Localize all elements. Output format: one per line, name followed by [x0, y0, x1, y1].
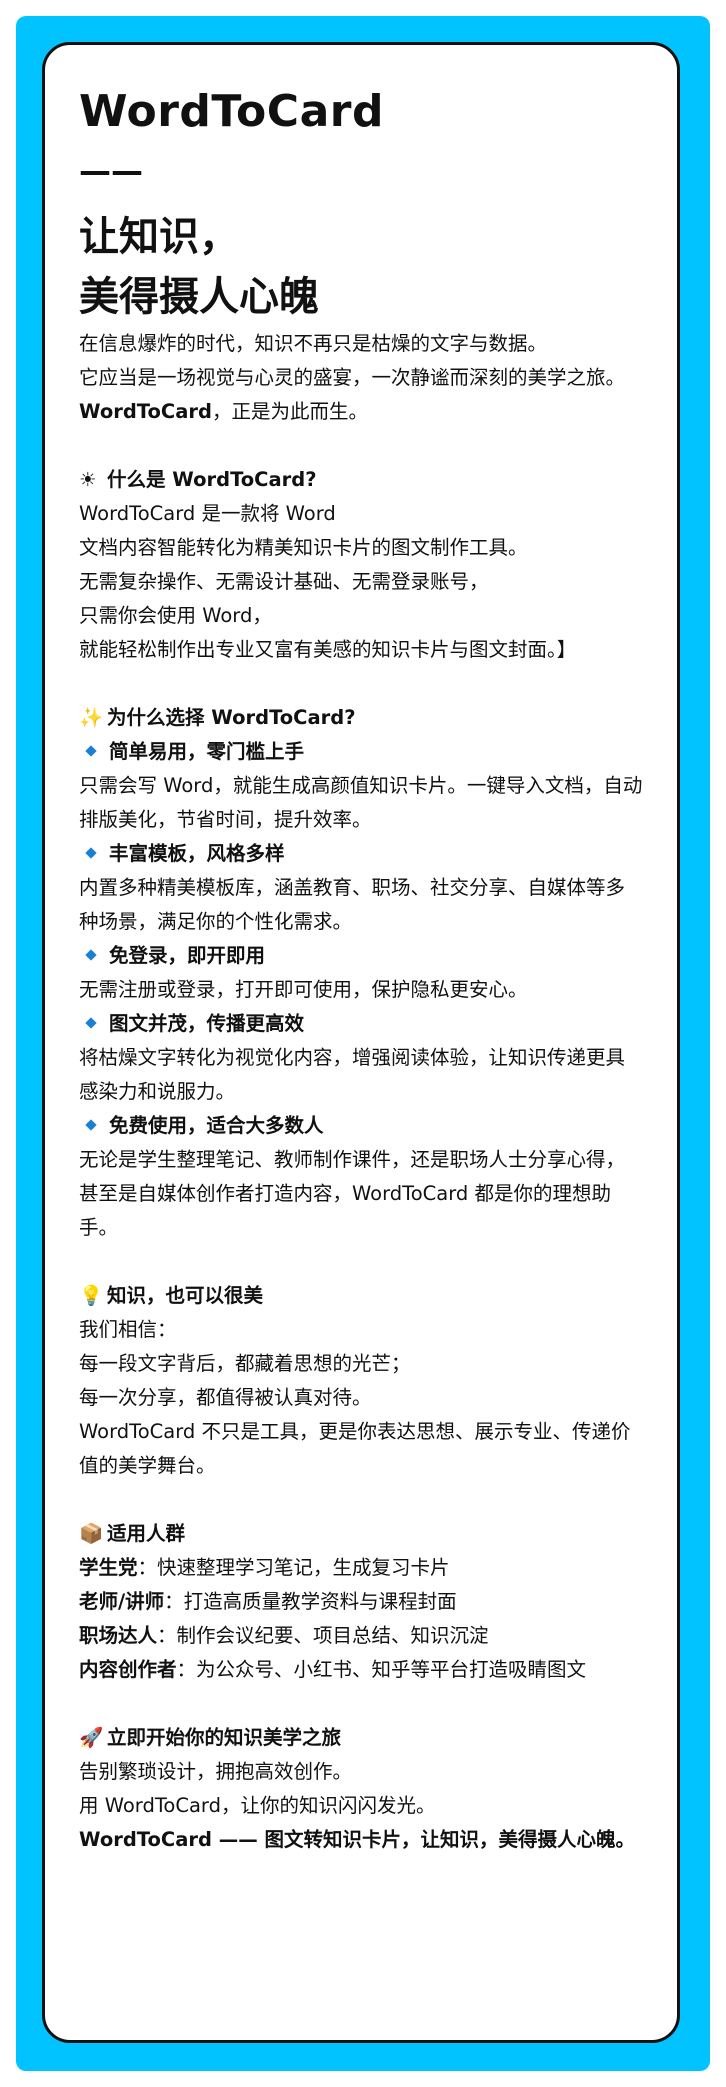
- blue-diamond-icon: [85, 949, 97, 961]
- intro-line-1: 在信息爆炸的时代，知识不再只是枯燥的文字与数据。: [79, 332, 548, 355]
- sparkles-icon: ✨: [79, 706, 104, 729]
- section-start-title: 🚀 立即开始你的知识美学之旅: [79, 1721, 643, 1755]
- sun-icon: ☀: [79, 468, 97, 491]
- feature-title: 图文并茂，传播更高效: [79, 1007, 643, 1041]
- intro-brand: WordToCard: [79, 400, 212, 423]
- audience-item: 学生党：快速整理学习笔记，生成复习卡片: [79, 1556, 450, 1579]
- title-divider: ——: [79, 152, 143, 190]
- beauty-line: 我们相信：: [79, 1318, 177, 1341]
- section-audience-title: 📦 适用人群: [79, 1517, 643, 1551]
- feature-title: 丰富模板，风格多样: [79, 837, 643, 871]
- headline: 让知识， 美得摄人心魄: [79, 207, 643, 327]
- feature-desc: 内置多种精美模板库，涵盖教育、职场、社交分享、自媒体等多种场景，满足你的个性化需…: [79, 876, 626, 933]
- brand-title: WordToCard: [79, 86, 384, 137]
- section-what-title: ☀ 什么是 WordToCard?: [79, 463, 643, 497]
- audience-item: 职场达人：制作会议纪要、项目总结、知识沉淀: [79, 1624, 489, 1647]
- audience-item: 老师/讲师：打造高质量教学资料与课程封面: [79, 1590, 457, 1613]
- blue-diamond-icon: [85, 745, 97, 757]
- blue-diamond-icon: [85, 1017, 97, 1029]
- start-line: 用 WordToCard，让你的知识闪闪发光。: [79, 1794, 436, 1817]
- intro-tagline: WordToCard，正是为此而生。: [79, 400, 368, 423]
- what-line: WordToCard 是一款将 Word: [79, 502, 336, 525]
- what-line: 无需复杂操作、无需设计基础、无需登录账号，: [79, 570, 489, 593]
- what-line: 文档内容智能转化为精美知识卡片的图文制作工具。: [79, 536, 528, 559]
- beauty-line: 每一次分享，都值得被认真对待。: [79, 1386, 372, 1409]
- package-icon: 📦: [79, 1522, 104, 1545]
- blue-frame: WordToCard —— 让知识， 美得摄人心魄 在信息爆炸的时代，知识不再只…: [16, 16, 710, 2071]
- what-line: 只需你会使用 Word，: [79, 604, 272, 627]
- headline-line-1: 让知识，: [79, 214, 239, 260]
- audience-item: 内容创作者：为公众号、小红书、知乎等平台打造吸睛图文: [79, 1658, 587, 1681]
- blue-diamond-icon: [85, 847, 97, 859]
- light-bulb-icon: 💡: [79, 1284, 104, 1307]
- feature-title: 简单易用，零门槛上手: [79, 735, 643, 769]
- beauty-line: 每一段文字背后，都藏着思想的光芒；: [79, 1352, 411, 1375]
- what-line: 就能轻松制作出专业又富有美感的知识卡片与图文封面。】: [79, 638, 577, 661]
- feature-title: 免登录，即开即用: [79, 939, 643, 973]
- headline-line-2: 美得摄人心魄: [79, 274, 319, 320]
- start-line: 告别繁琐设计，拥抱高效创作。: [79, 1760, 353, 1783]
- feature-desc: 无论是学生整理笔记、教师制作课件，还是职场人士分享心得，甚至是自媒体创作者打造内…: [79, 1148, 626, 1239]
- beauty-line: WordToCard 不只是工具，更是你表达思想、展示专业、传递价值的美学舞台。: [79, 1420, 631, 1477]
- intro-line-2: 它应当是一场视觉与心灵的盛宴，一次静谧而深刻的美学之旅。: [79, 366, 626, 389]
- feature-title: 免费使用，适合大多数人: [79, 1109, 643, 1143]
- feature-desc: 将枯燥文字转化为视觉化内容，增强阅读体验，让知识传递更具感染力和说服力。: [79, 1046, 626, 1103]
- blue-diamond-icon: [85, 1119, 97, 1131]
- content-card: WordToCard —— 让知识， 美得摄人心魄 在信息爆炸的时代，知识不再只…: [42, 42, 680, 2043]
- rocket-icon: 🚀: [79, 1726, 104, 1749]
- feature-desc: 无需注册或登录，打开即可使用，保护隐私更安心。: [79, 978, 528, 1001]
- section-beauty-title: 💡 知识，也可以很美: [79, 1279, 643, 1313]
- feature-desc: 只需会写 Word，就能生成高颜值知识卡片。一键导入文档，自动排版美化，节省时间…: [79, 774, 643, 831]
- section-why-title: ✨ 为什么选择 WordToCard?: [79, 701, 643, 735]
- slogan: WordToCard —— 图文转知识卡片，让知识，美得摄人心魄。: [79, 1828, 636, 1851]
